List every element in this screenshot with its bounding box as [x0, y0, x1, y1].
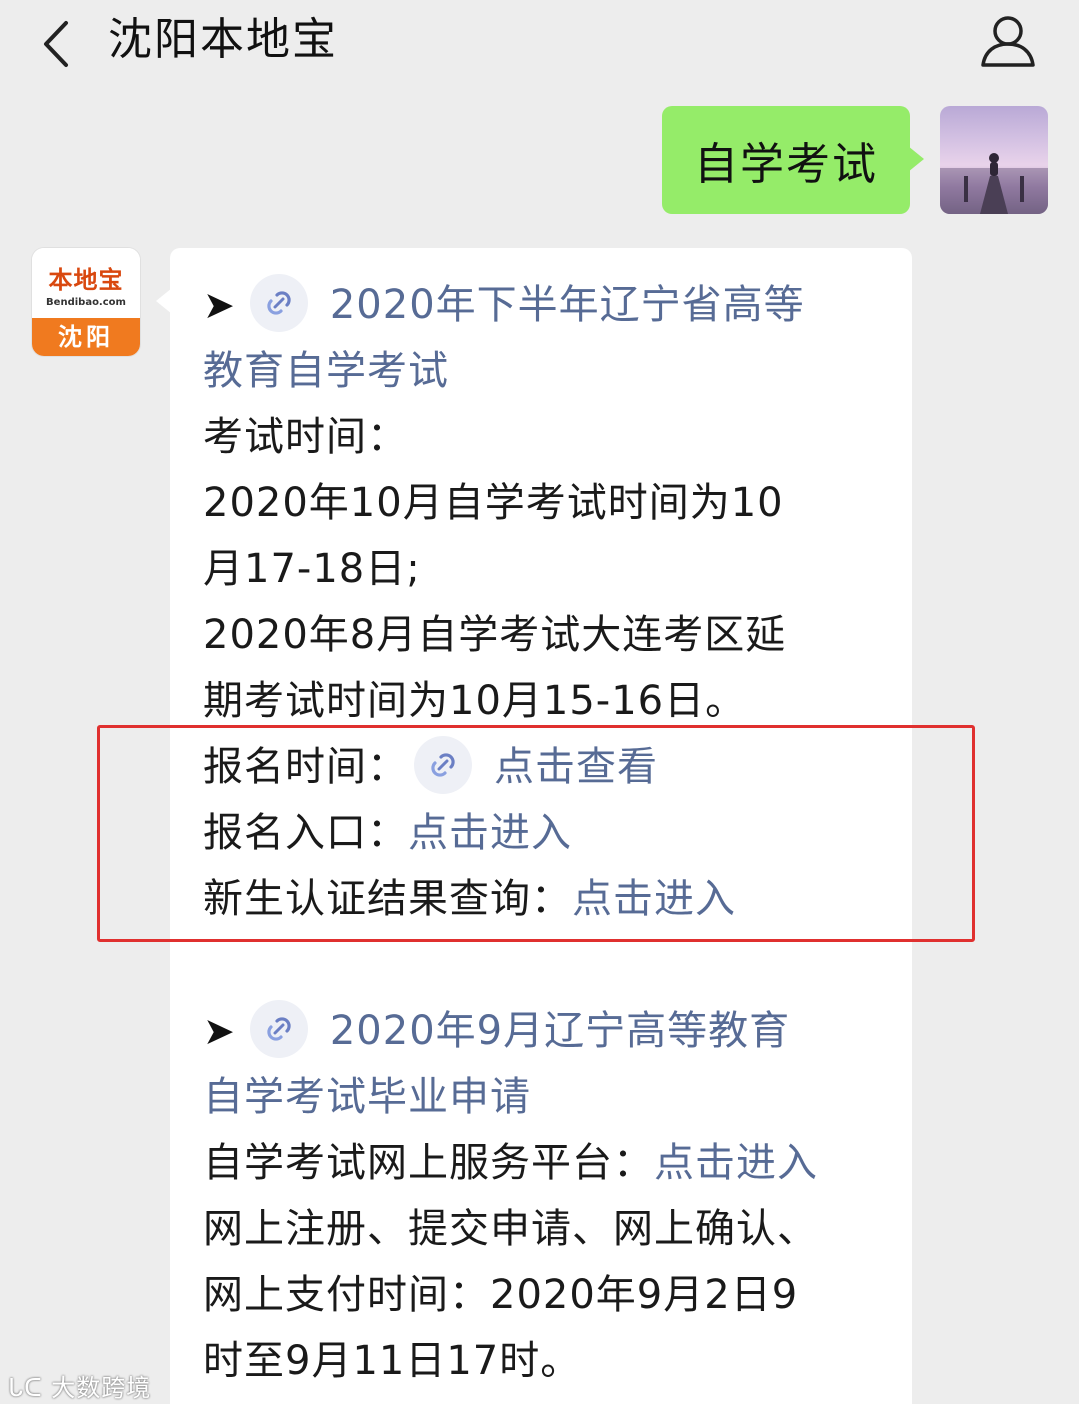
online-process-text-2: 网上支付时间：2020年9月2日9 — [203, 1272, 799, 1318]
exam-time-text-3: 2020年8月自学考试大连考区延 — [203, 612, 787, 658]
exam-time-text-2: 月17-18日; — [203, 546, 421, 592]
exam-time-text-1: 2020年10月自学考试时间为10 — [203, 480, 784, 526]
online-platform-label: 自学考试网上服务平台： — [203, 1140, 654, 1186]
chevron-left-icon — [44, 21, 68, 67]
section-2-title-line: ➤ 2020年9月辽宁高等教育 — [203, 998, 893, 1064]
section-1-title-link-cont[interactable]: 教育自学考试 — [203, 338, 893, 404]
user-avatar-image — [940, 153, 1048, 214]
section-1-title-link[interactable]: 2020年下半年辽宁省高等 — [330, 282, 805, 328]
online-platform-link[interactable]: 点击进入 — [654, 1140, 818, 1186]
registration-entry-line: 报名入口：点击进入 — [203, 800, 893, 866]
profile-button[interactable] — [977, 10, 1039, 72]
online-platform-line: 自学考试网上服务平台：点击进入 — [203, 1130, 893, 1196]
outgoing-message-text: 自学考试 — [694, 139, 878, 190]
mini-program-link-icon — [249, 274, 308, 332]
watermark-text: 大数跨境 — [51, 1374, 152, 1402]
registration-time-label: 报名时间： — [203, 744, 408, 790]
arrow-icon: ➤ — [203, 1009, 236, 1053]
user-avatar[interactable] — [940, 106, 1048, 214]
exam-time-label: 考试时间： — [203, 414, 408, 460]
back-button[interactable] — [30, 14, 80, 74]
registration-time-link[interactable]: 点击查看 — [494, 744, 658, 790]
chat-title: 沈阳本地宝 — [108, 14, 338, 65]
freshman-cert-line: 新生认证结果查询：点击进入 — [203, 866, 893, 932]
freshman-cert-link[interactable]: 点击进入 — [572, 876, 736, 922]
registration-entry-link[interactable]: 点击进入 — [408, 810, 572, 856]
registration-time-line: 报名时间： 点击查看 — [203, 734, 893, 800]
person-icon — [981, 16, 1035, 67]
chat-header: 沈阳本地宝 — [0, 0, 1079, 100]
bot-logo: 本地宝 Bendibao.com — [32, 248, 140, 318]
mini-program-link-icon — [249, 1000, 308, 1058]
exam-time-text-4: 期考试时间为10月15-16日。 — [203, 678, 747, 724]
bot-avatar[interactable]: 本地宝 Bendibao.com 沈阳 — [32, 248, 140, 356]
watermark: ᒐᑕ 大数跨境 — [8, 1368, 151, 1403]
section-2-title-link[interactable]: 2020年9月辽宁高等教育 — [330, 1008, 790, 1054]
outgoing-message-bubble[interactable]: 自学考试 — [662, 106, 924, 214]
message-content: ➤ 2020年下半年辽宁省高等 教育自学考试 考试时间： 2020年10月自学考试… — [203, 272, 893, 1394]
section-1-title-line: ➤ 2020年下半年辽宁省高等 — [203, 272, 893, 338]
mini-program-link-icon — [414, 736, 472, 794]
incoming-message-bubble: ➤ 2020年下半年辽宁省高等 教育自学考试 考试时间： 2020年10月自学考试… — [156, 248, 912, 1404]
bot-city-label: 沈阳 — [32, 318, 140, 356]
online-process-text-1: 网上注册、提交申请、网上确认、 — [203, 1206, 818, 1252]
section-2-title-link-cont[interactable]: 自学考试毕业申请 — [203, 1064, 893, 1130]
online-process-text-3: 时至9月11日17时。 — [203, 1338, 582, 1384]
freshman-cert-label: 新生认证结果查询： — [203, 876, 572, 922]
registration-entry-label: 报名入口： — [203, 810, 408, 856]
watermark-logo-icon: ᒐᑕ — [8, 1374, 52, 1402]
arrow-icon: ➤ — [203, 283, 236, 327]
